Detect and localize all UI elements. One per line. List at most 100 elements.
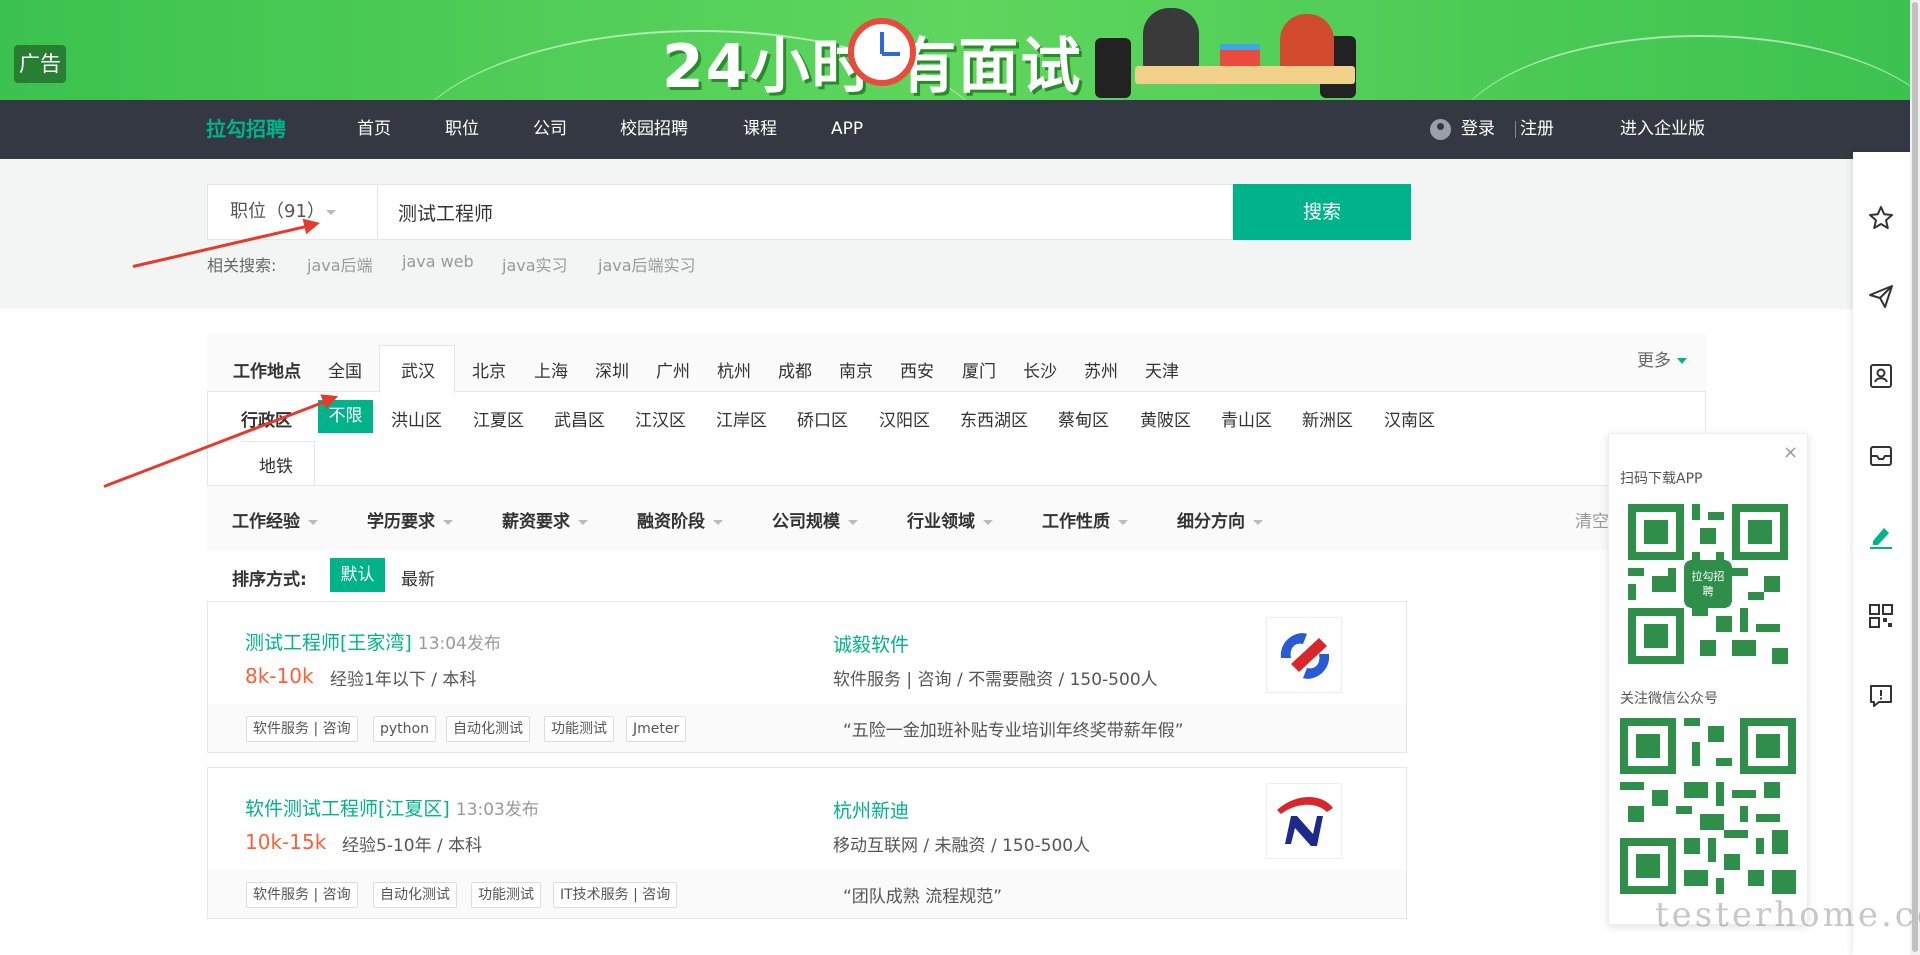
search-type-select[interactable]: 职位（91） <box>207 184 377 240</box>
job-title: 软件测试工程师[江夏区] <box>245 798 450 820</box>
inbox-icon[interactable] <box>1867 442 1895 470</box>
city-option[interactable]: 厦门 <box>962 357 996 382</box>
industry-dropdown[interactable]: 行业领域 <box>907 507 993 532</box>
financing-dropdown[interactable]: 融资阶段 <box>637 507 723 532</box>
education-dropdown[interactable]: 学历要求 <box>367 507 453 532</box>
city-option[interactable]: 深圳 <box>595 357 629 382</box>
nav-campus[interactable]: 校园招聘 <box>620 100 688 159</box>
nav-app[interactable]: APP <box>831 100 863 159</box>
job-requirement: 经验5-10年 / 本科 <box>342 836 483 856</box>
district-option[interactable]: 江夏区 <box>473 406 524 431</box>
job-nature-dropdown[interactable]: 工作性质 <box>1042 507 1128 532</box>
job-title-link[interactable]: 测试工程师[王家湾] 13:04发布 <box>245 628 501 655</box>
dropdown-label: 融资阶段 <box>637 512 705 532</box>
job-card[interactable]: 测试工程师[王家湾] 13:04发布 8k-10k 经验1年以下 / 本科 诚毅… <box>207 601 1407 753</box>
scrollbar-thumb[interactable] <box>1912 2 1918 952</box>
register-link[interactable]: 注册 <box>1520 100 1554 159</box>
city-option-selected[interactable]: 武汉 <box>401 357 435 382</box>
district-option[interactable]: 青山区 <box>1221 406 1272 431</box>
metro-tab[interactable]: 地铁 <box>259 452 293 477</box>
district-option[interactable]: 武昌区 <box>554 406 605 431</box>
nav-courses[interactable]: 课程 <box>743 100 777 159</box>
district-option[interactable]: 洪山区 <box>391 406 442 431</box>
job-card[interactable]: 软件测试工程师[江夏区] 13:03发布 10k-15k 经验5-10年 / 本… <box>207 767 1407 919</box>
job-tag[interactable]: 自动化测试 <box>446 716 530 742</box>
scrollbar[interactable] <box>1910 0 1920 955</box>
chevron-down-icon <box>1677 358 1687 364</box>
job-tag[interactable]: 功能测试 <box>471 882 541 908</box>
company-logo[interactable] <box>1266 783 1342 859</box>
district-option[interactable]: 硚口区 <box>797 406 848 431</box>
clear-filters-button[interactable]: 清空 <box>1575 507 1609 532</box>
related-search-link[interactable]: java后端实习 <box>598 252 696 276</box>
city-option[interactable]: 上海 <box>534 357 568 382</box>
sort-newest-button[interactable]: 最新 <box>401 565 435 590</box>
city-option[interactable]: 全国 <box>328 357 362 382</box>
district-option[interactable]: 汉南区 <box>1384 406 1435 431</box>
job-tag[interactable]: 功能测试 <box>544 716 614 742</box>
company-link[interactable]: 诚毅软件 <box>833 630 909 657</box>
job-tag[interactable]: Jmeter <box>626 716 687 742</box>
edit-icon[interactable] <box>1867 522 1895 550</box>
dropdown-label: 工作性质 <box>1042 512 1110 532</box>
district-option[interactable]: 汉阳区 <box>879 406 930 431</box>
direction-dropdown[interactable]: 细分方向 <box>1177 507 1263 532</box>
nav-companies[interactable]: 公司 <box>533 100 567 159</box>
city-option[interactable]: 南京 <box>839 357 873 382</box>
job-title-link[interactable]: 软件测试工程师[江夏区] 13:03发布 <box>245 794 539 821</box>
banner-decoration <box>1450 35 1920 100</box>
qr-center-label: 拉勾招聘 <box>1691 570 1725 598</box>
enterprise-link[interactable]: 进入企业版 <box>1620 100 1705 159</box>
company-size-dropdown[interactable]: 公司规模 <box>772 507 858 532</box>
district-option[interactable]: 东西湖区 <box>960 406 1028 431</box>
chevron-down-icon <box>1253 519 1263 525</box>
city-option[interactable]: 北京 <box>472 357 506 382</box>
resume-icon[interactable] <box>1867 362 1895 390</box>
city-option[interactable]: 杭州 <box>717 357 751 382</box>
related-search-link[interactable]: java后端 <box>307 252 373 276</box>
related-search-link[interactable]: java web <box>402 252 474 271</box>
district-option[interactable]: 江岸区 <box>716 406 767 431</box>
nav-home[interactable]: 首页 <box>357 100 391 159</box>
city-option[interactable]: 西安 <box>900 357 934 382</box>
company-logo[interactable] <box>1266 617 1342 693</box>
job-tag[interactable]: 自动化测试 <box>373 882 457 908</box>
district-option[interactable]: 新洲区 <box>1302 406 1353 431</box>
location-label: 工作地点 <box>233 362 301 382</box>
company-link[interactable]: 杭州新迪 <box>833 796 909 823</box>
site-logo[interactable]: 拉勾招聘 <box>206 100 286 159</box>
job-tag[interactable]: 软件服务 | 咨询 <box>246 882 358 908</box>
district-option[interactable]: 蔡甸区 <box>1058 406 1109 431</box>
city-option[interactable]: 广州 <box>656 357 690 382</box>
nav-jobs[interactable]: 职位 <box>445 100 479 159</box>
sort-default-button[interactable]: 默认 <box>330 558 385 592</box>
send-icon[interactable] <box>1867 282 1895 310</box>
job-tag[interactable]: python <box>373 716 436 742</box>
job-tag[interactable]: IT技术服务 | 咨询 <box>553 882 678 908</box>
city-option[interactable]: 苏州 <box>1084 357 1118 382</box>
city-option[interactable]: 成都 <box>778 357 812 382</box>
city-option[interactable]: 长沙 <box>1023 357 1057 382</box>
chevron-down-icon <box>848 519 858 525</box>
company-slogan: “五险一金加班补贴专业培训年终奖带薪年假” <box>843 721 1184 741</box>
qrcode-icon[interactable] <box>1867 602 1895 630</box>
login-link[interactable]: 登录 <box>1461 100 1495 159</box>
related-search-link[interactable]: java实习 <box>502 252 568 276</box>
job-tag[interactable]: 软件服务 | 咨询 <box>246 716 358 742</box>
more-cities-button[interactable]: 更多 <box>1637 346 1687 371</box>
close-icon[interactable]: × <box>1783 442 1798 463</box>
top-navbar: 拉勾招聘 首页 职位 公司 校园招聘 课程 APP 登录 注册 进入企业版 <box>0 100 1920 159</box>
ad-banner[interactable]: 广告 24小时 有面试 <box>0 0 1920 100</box>
salary-dropdown[interactable]: 薪资要求 <box>502 507 588 532</box>
city-option[interactable]: 天津 <box>1145 357 1179 382</box>
feedback-icon[interactable] <box>1867 682 1895 710</box>
district-option[interactable]: 黄陂区 <box>1140 406 1191 431</box>
star-icon[interactable] <box>1867 204 1895 232</box>
job-requirement: 经验1年以下 / 本科 <box>330 670 477 690</box>
search-input[interactable] <box>377 184 1233 240</box>
divider <box>1515 121 1516 138</box>
experience-dropdown[interactable]: 工作经验 <box>232 507 318 532</box>
company-info: 移动互联网 / 未融资 / 150-500人 <box>833 836 1091 856</box>
district-option[interactable]: 江汉区 <box>635 406 686 431</box>
search-button[interactable]: 搜索 <box>1233 184 1411 240</box>
